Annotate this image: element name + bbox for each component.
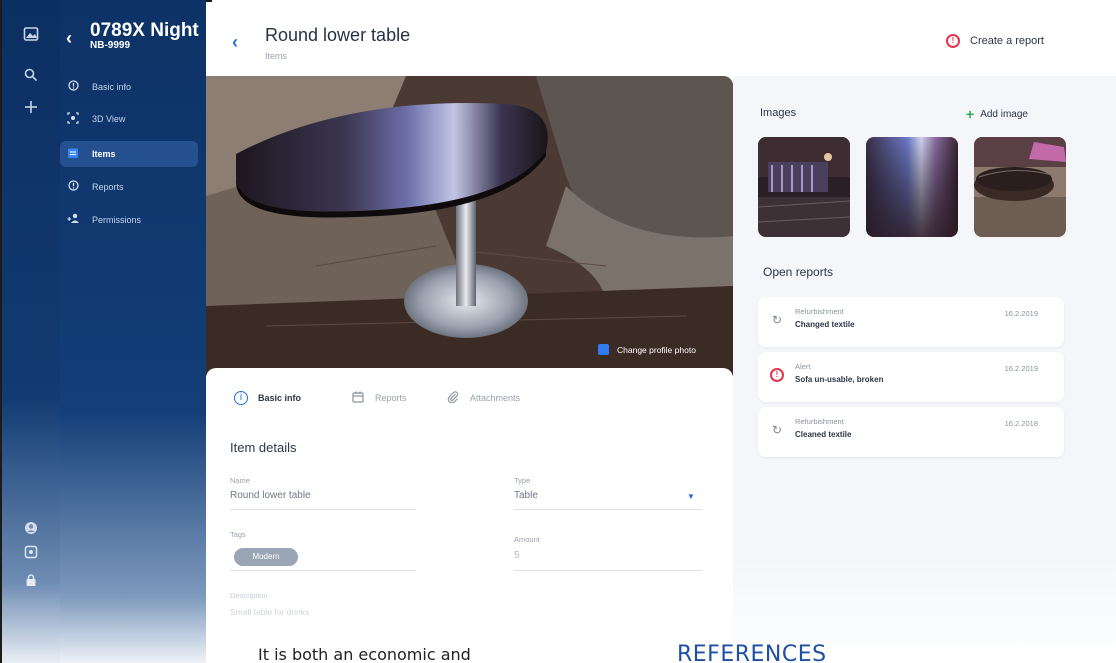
nav-item-label: Permissions [92,215,142,225]
report-icon [66,180,80,194]
nav-item-reports[interactable]: Reports [60,174,198,200]
change-photo-label: Change profile photo [617,344,696,355]
item-details-card [206,368,733,663]
description-label: Description [230,591,268,600]
tags-label: Tags [230,530,246,539]
alert-icon: ! [946,34,960,48]
refresh-icon: ↻ [771,313,783,327]
page-title: Round lower table [265,25,411,45]
amount-field-underline [514,570,702,571]
tab-basic-info[interactable]: i Basic info [234,391,301,405]
type-select[interactable]: Table [514,490,538,501]
nav-item-label: 3D View [92,114,126,124]
images-title: Images [760,107,797,119]
image-thumbnail[interactable] [758,137,850,237]
settings-icon[interactable] [21,545,41,565]
add-image-button[interactable]: + Add image [966,106,1028,122]
user-icon[interactable] [21,521,41,541]
alert-icon: ! [770,368,784,382]
nav-item-label: Reports [92,182,124,192]
report-card[interactable]: ↻ Refurbishment Cleaned textile 16.2.201… [758,407,1064,457]
open-reports-title: Open reports [763,265,834,279]
report-card[interactable]: ↻ Refurbishment Changed textile 16.2.201… [758,297,1064,347]
change-profile-photo-button[interactable]: Change profile photo [598,344,696,355]
report-card[interactable]: ! Alert Sofa un-usable, broken 16.2.2019 [758,352,1064,402]
report-date: 16.2.2018 [1004,419,1038,428]
project-code: NB-9999 [90,40,131,51]
item-profile-photo [206,76,733,376]
amount-label: Amount [514,535,540,544]
document-body-text: It is both an economic and [258,645,471,663]
tab-label: Reports [375,393,407,403]
nav-item-items[interactable]: Items [60,141,198,167]
report-type: Refurbishment [795,417,844,426]
tab-attachments[interactable]: Attachments [446,391,520,405]
report-description: Cleaned textile [795,430,852,439]
photo-icon[interactable] [21,26,41,46]
tab-reports[interactable]: Reports [351,391,407,405]
project-title: 0789X Night [90,20,199,41]
back-chevron-icon[interactable]: ‹ [232,32,238,53]
report-type: Alert [795,362,811,371]
create-report-label: Create a report [970,35,1044,47]
image-icon [598,344,609,355]
name-field[interactable]: Round lower table [230,490,311,501]
calendar-icon [351,391,365,405]
name-label: Name [230,476,251,485]
icon-rail [2,0,60,663]
item-details-title: Item details [230,440,297,455]
document-heading: REFERENCES [677,642,827,663]
nav-item-basic-info[interactable]: Basic info [60,74,198,100]
chevron-down-icon[interactable]: ▼ [687,492,695,501]
type-field-underline [514,509,702,510]
info-icon [66,80,80,94]
breadcrumb[interactable]: Items [265,51,287,61]
report-description: Sofa un-usable, broken [795,375,884,384]
nav-item-label: Basic info [92,82,132,92]
name-field-underline [230,509,416,510]
search-icon[interactable] [21,68,41,88]
report-type: Refurbishment [795,307,844,316]
plus-icon[interactable] [21,100,41,120]
tab-label: Attachments [470,393,521,403]
lock-icon[interactable] [21,573,41,593]
nav-item-3d-view[interactable]: 3D View [60,106,198,132]
type-label: Type [514,476,531,485]
nav-back-chevron-icon[interactable]: ‹ [66,28,72,49]
tags-field-underline [230,570,416,571]
nav-item-label: Items [92,149,116,159]
refresh-icon: ↻ [771,423,783,437]
info-icon: i [234,391,248,405]
tag-chip[interactable]: Modern [234,548,298,566]
3d-view-icon [66,111,80,127]
permissions-icon [66,213,80,227]
tab-label: Basic info [258,393,302,403]
report-description: Changed textile [795,320,855,329]
items-icon [66,147,80,162]
image-thumbnail[interactable] [866,137,958,237]
nav-item-permissions[interactable]: Permissions [60,207,198,233]
create-report-button[interactable]: ! Create a report [946,34,1044,48]
amount-field[interactable]: 5 [514,550,520,561]
report-date: 16.2.2019 [1004,309,1038,318]
paperclip-icon [446,391,460,405]
report-date: 16.2.2019 [1004,364,1038,373]
add-image-label: Add image [980,108,1028,120]
project-nav: ‹ 0789X Night NB-9999 Basic info 3D View… [60,0,206,663]
plus-icon: + [966,106,975,122]
image-thumbnail[interactable] [974,137,1066,237]
description-field[interactable]: Small table for drinks [230,607,309,617]
